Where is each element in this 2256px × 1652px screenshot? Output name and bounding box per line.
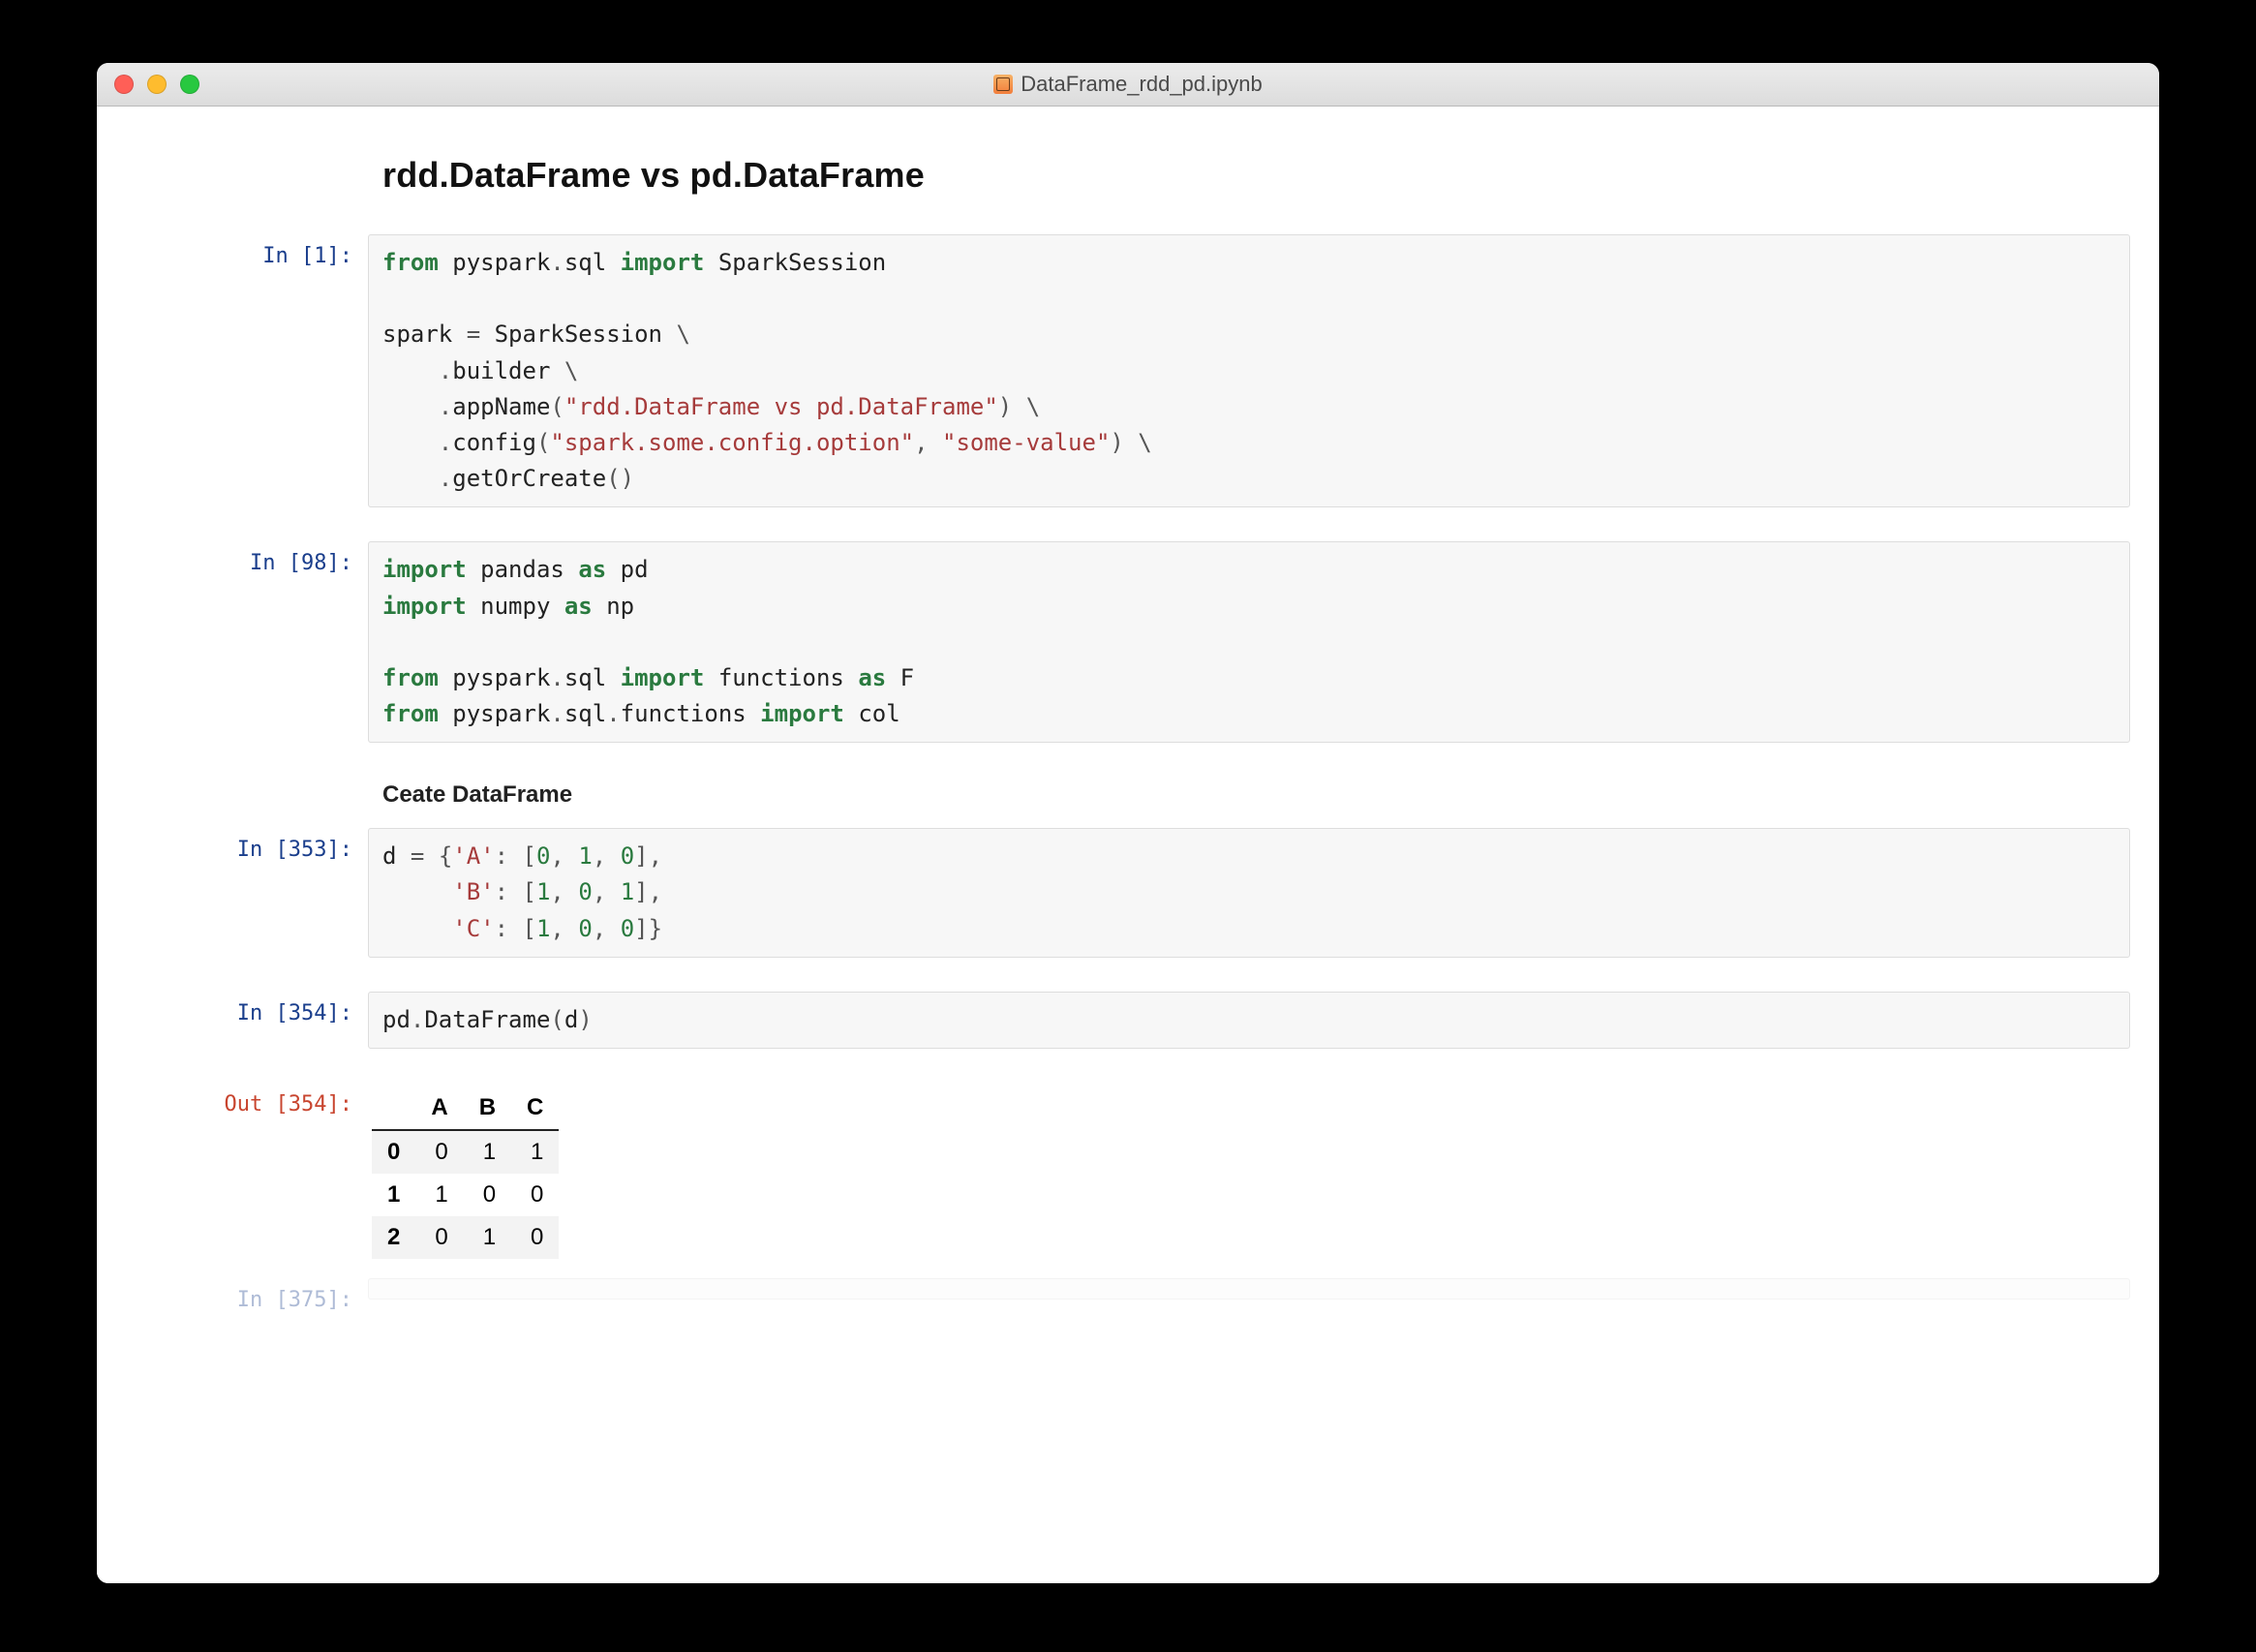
- section-heading: Ceate DataFrame: [382, 781, 2159, 809]
- row-index: 2: [372, 1216, 415, 1259]
- table-row: 2 0 1 0: [372, 1216, 559, 1259]
- row-index: 1: [372, 1174, 415, 1216]
- code-text[interactable]: from pyspark.sql import SparkSession spa…: [382, 245, 2116, 497]
- cell: 0: [511, 1174, 559, 1216]
- code-cell: In [353]: d = {'A': [0, 1, 0], 'B': [1, …: [97, 828, 2159, 958]
- window-title: DataFrame_rdd_pd.ipynb: [97, 72, 2159, 97]
- cell: 0: [511, 1216, 559, 1259]
- code-cell: In [354]: pd.DataFrame(d): [97, 992, 2159, 1049]
- input-prompt: In [354]:: [97, 992, 368, 1025]
- app-window: DataFrame_rdd_pd.ipynb rdd.DataFrame vs …: [97, 63, 2159, 1583]
- table-row: 0 0 1 1: [372, 1130, 559, 1174]
- window-title-text: DataFrame_rdd_pd.ipynb: [1021, 72, 1262, 97]
- cell: 1: [464, 1216, 511, 1259]
- code-input[interactable]: d = {'A': [0, 1, 0], 'B': [1, 0, 1], 'C'…: [368, 828, 2130, 958]
- minimize-icon[interactable]: [147, 75, 167, 94]
- code-text[interactable]: d = {'A': [0, 1, 0], 'B': [1, 0, 1], 'C'…: [382, 839, 2116, 947]
- code-cell: In [98]: import pandas as pd import nump…: [97, 541, 2159, 743]
- traffic-lights: [97, 75, 199, 94]
- table-header-row: A B C: [372, 1086, 559, 1130]
- code-input[interactable]: import pandas as pd import numpy as np f…: [368, 541, 2130, 743]
- input-prompt: In [353]:: [97, 828, 368, 862]
- table-row: 1 1 0 0: [372, 1174, 559, 1216]
- cell: 1: [511, 1130, 559, 1174]
- page-title: rdd.DataFrame vs pd.DataFrame: [382, 155, 2159, 196]
- input-prompt: In [1]:: [97, 234, 368, 268]
- output-cell: Out [354]: A B C: [97, 1083, 2159, 1259]
- output-prompt: Out [354]:: [97, 1083, 368, 1117]
- code-text[interactable]: pd.DataFrame(d): [382, 1002, 2116, 1038]
- output-area: A B C 0 0 1 1: [368, 1083, 2130, 1259]
- code-text[interactable]: import pandas as pd import numpy as np f…: [382, 552, 2116, 732]
- notebook-viewport[interactable]: rdd.DataFrame vs pd.DataFrame In [1]: fr…: [97, 107, 2159, 1583]
- cell: 0: [464, 1174, 511, 1216]
- cell: 1: [464, 1130, 511, 1174]
- cell: 0: [415, 1216, 463, 1259]
- code-cell: In [375]:: [97, 1278, 2159, 1312]
- code-input[interactable]: from pyspark.sql import SparkSession spa…: [368, 234, 2130, 507]
- dataframe-table: A B C 0 0 1 1: [372, 1086, 559, 1259]
- titlebar[interactable]: DataFrame_rdd_pd.ipynb: [97, 63, 2159, 107]
- index-header: [372, 1086, 415, 1130]
- col-header: B: [464, 1086, 511, 1130]
- cell: 0: [415, 1130, 463, 1174]
- col-header: C: [511, 1086, 559, 1130]
- close-icon[interactable]: [114, 75, 134, 94]
- row-index: 0: [372, 1130, 415, 1174]
- code-cell: In [1]: from pyspark.sql import SparkSes…: [97, 234, 2159, 507]
- cell: 1: [415, 1174, 463, 1216]
- code-input[interactable]: pd.DataFrame(d): [368, 992, 2130, 1049]
- notebook-body: rdd.DataFrame vs pd.DataFrame In [1]: fr…: [97, 107, 2159, 1312]
- input-prompt: In [98]:: [97, 541, 368, 575]
- notebook-icon: [993, 75, 1013, 94]
- zoom-icon[interactable]: [180, 75, 199, 94]
- col-header: A: [415, 1086, 463, 1130]
- code-input[interactable]: [368, 1278, 2130, 1300]
- input-prompt: In [375]:: [97, 1278, 368, 1312]
